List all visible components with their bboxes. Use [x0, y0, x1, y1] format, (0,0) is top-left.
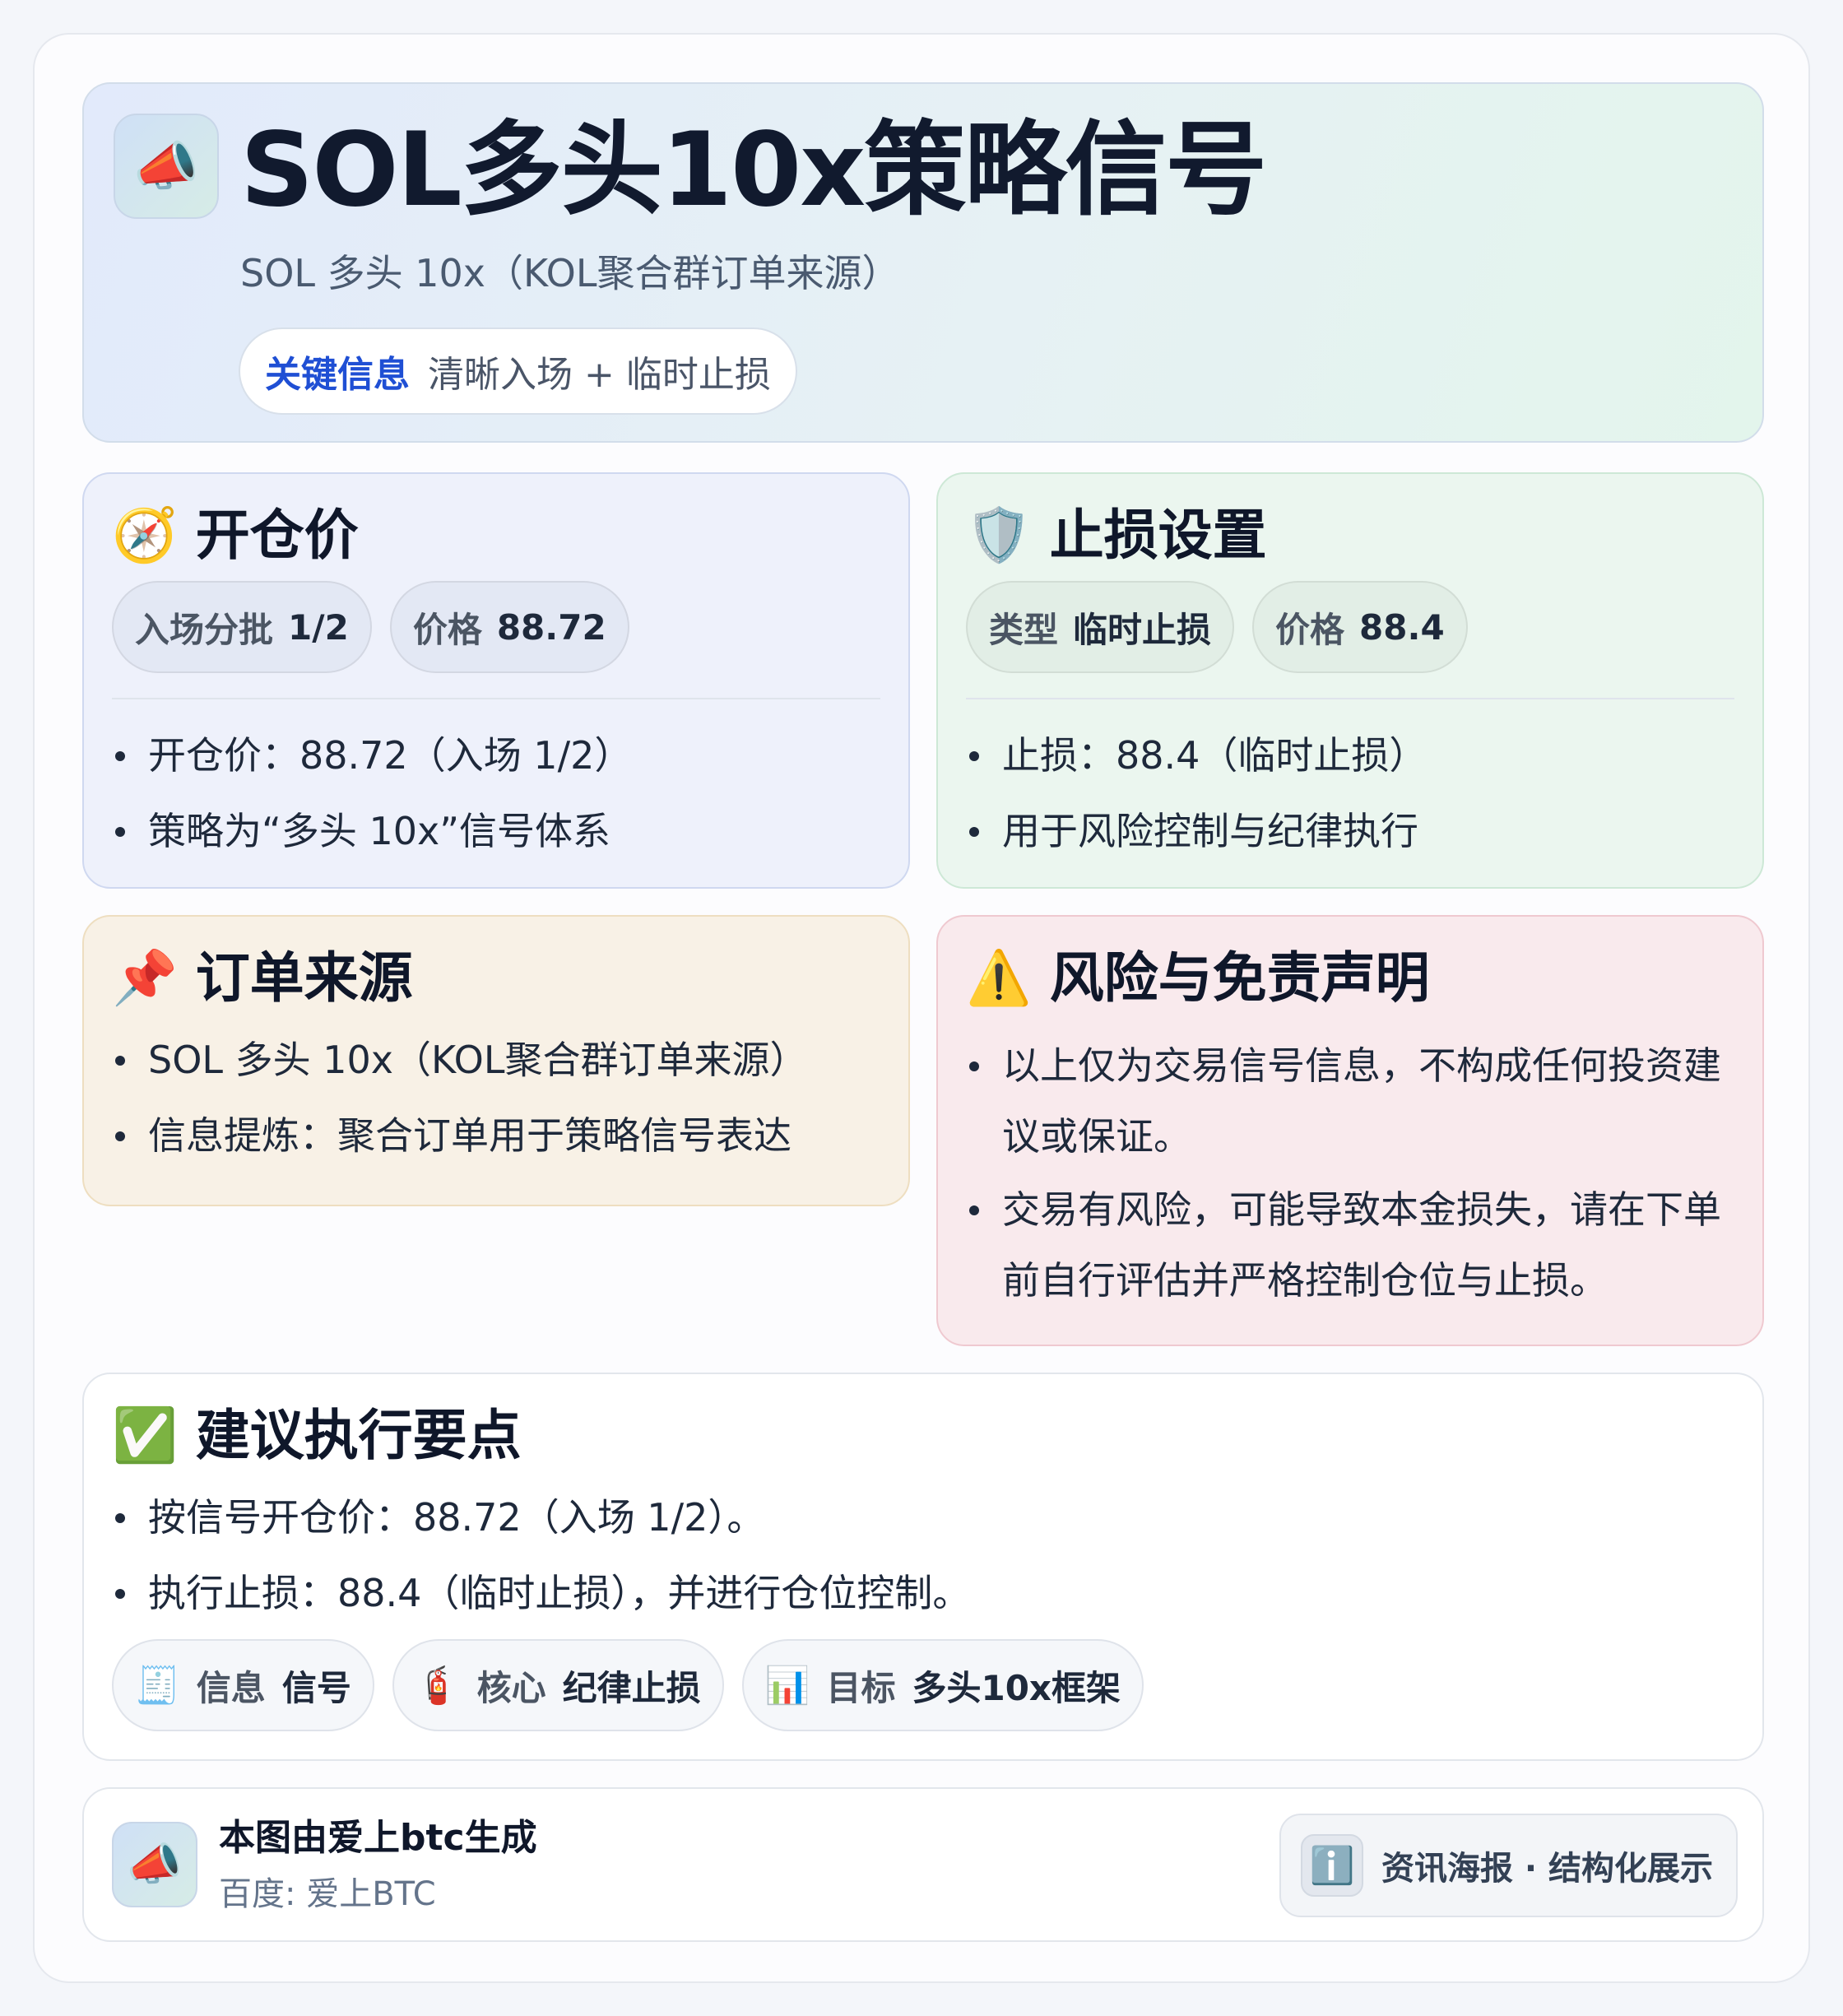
footer-card: 📣 本图由爱上btc生成 百度: 爱上BTC ℹ️ 资讯海报 · 结构化展示	[82, 1787, 1764, 1942]
open-price-list: 开仓价：88.72（入场 1/2） 策略为“多头 10x”信号体系	[112, 718, 880, 869]
footer-title: 本图由爱上btc生成	[219, 1817, 537, 1859]
pill-value: 临时止损	[1073, 609, 1212, 650]
header-card: 📣 SOL多头10x策略信号 SOL 多头 10x（KOL聚合群订单来源） 关键…	[82, 82, 1764, 443]
order-source-title: 📌 订单来源	[112, 941, 413, 1015]
check-mark-icon: ✅	[112, 1405, 178, 1466]
stop-loss-pills: 类型 临时止损 价格 88.4	[966, 581, 1468, 673]
stop-type-pill: 类型 临时止损	[966, 581, 1235, 673]
stop-loss-title: 🛡️ 止损设置	[966, 499, 1267, 573]
list-item: 执行止损：88.4（临时止损），并进行仓位控制。	[112, 1555, 1734, 1631]
footer-subtitle: 百度: 爱上BTC	[219, 1875, 436, 1913]
list-item: 信息提炼：聚合订单用于策略信号表达	[112, 1098, 880, 1173]
order-source-list: SOL 多头 10x（KOL聚合群订单来源） 信息提炼：聚合订单用于策略信号表达	[112, 1022, 880, 1173]
tag-value: 信号	[281, 1667, 351, 1708]
tag-value: 纪律止损	[562, 1667, 701, 1708]
footer-badge: ℹ️ 资讯海报 · 结构化展示	[1279, 1814, 1738, 1917]
order-source-card: 📌 订单来源 SOL 多头 10x（KOL聚合群订单来源） 信息提炼：聚合订单用…	[82, 915, 910, 1206]
list-item: 以上仅为交易信号信息，不构成任何投资建议或保证。	[966, 1030, 1734, 1172]
pill-key: 价格	[1275, 609, 1345, 650]
fire-extinguisher-icon: 🧯	[415, 1665, 461, 1707]
risk-disclaimer-card: ⚠️ 风险与免责声明 以上仅为交易信号信息，不构成任何投资建议或保证。 交易有风…	[936, 915, 1764, 1346]
compass-icon: 🧭	[112, 505, 178, 566]
open-price-pill: 价格 88.72	[389, 581, 629, 673]
tag-key: 目标	[826, 1667, 896, 1708]
pill-key: 入场分批	[135, 609, 274, 650]
footer-badge-label: 资讯海报 · 结构化展示	[1381, 1850, 1713, 1888]
execution-heading: 建议执行要点	[195, 1404, 522, 1467]
risk-list: 以上仅为交易信号信息，不构成任何投资建议或保证。 交易有风险，可能导致本金损失，…	[966, 1030, 1734, 1318]
list-item: SOL 多头 10x（KOL聚合群订单来源）	[112, 1022, 880, 1098]
list-item: 策略为“多头 10x”信号体系	[112, 793, 880, 869]
tag-key: 信息	[196, 1667, 266, 1708]
key-info-label: 关键信息	[265, 354, 410, 396]
execution-tags: 🧾 信息 信号 🧯 核心 纪律止损 📊 目标 多头10x框架	[112, 1639, 1144, 1731]
list-item: 开仓价：88.72（入场 1/2）	[112, 718, 880, 793]
open-price-card: 🧭 开仓价 入场分批 1/2 价格 88.72 开仓价：88.72（入场 1/2…	[82, 472, 910, 889]
open-price-pills: 入场分批 1/2 价格 88.72	[112, 581, 629, 673]
risk-title: ⚠️ 风险与免责声明	[966, 941, 1430, 1015]
pill-value: 88.4	[1359, 606, 1445, 648]
stop-price-pill: 价格 88.4	[1252, 581, 1468, 673]
list-item: 按信号开仓价：88.72（入场 1/2）。	[112, 1479, 1734, 1555]
order-source-heading: 订单来源	[195, 946, 413, 1010]
pill-key: 类型	[989, 609, 1059, 650]
open-price-heading: 开仓价	[195, 504, 359, 567]
execution-card: ✅ 建议执行要点 按信号开仓价：88.72（入场 1/2）。 执行止损：88.4…	[82, 1373, 1764, 1761]
poster: 📣 SOL多头10x策略信号 SOL 多头 10x（KOL聚合群订单来源） 关键…	[33, 33, 1810, 1983]
key-info-pill: 关键信息 清晰入场 + 临时止损	[239, 327, 797, 415]
megaphone-icon: 📣	[112, 1822, 197, 1907]
page-subtitle: SOL 多头 10x（KOL聚合群订单来源）	[240, 251, 900, 295]
divider	[112, 698, 880, 699]
shield-icon: 🛡️	[966, 505, 1032, 566]
list-item: 交易有风险，可能导致本金损失，请在下单前自行评估并严格控制仓位与止损。	[966, 1174, 1734, 1316]
execution-title: ✅ 建议执行要点	[112, 1399, 522, 1473]
stop-loss-list: 止损：88.4（临时止损） 用于风险控制与纪律执行	[966, 718, 1734, 869]
pushpin-icon: 📌	[112, 948, 178, 1009]
receipt-icon: 🧾	[135, 1665, 180, 1707]
divider	[966, 698, 1734, 699]
core-tag: 🧯 核心 纪律止损	[392, 1639, 724, 1731]
stop-loss-heading: 止损设置	[1049, 504, 1267, 567]
page-title: SOL多头10x策略信号	[240, 111, 1267, 230]
info-icon: ℹ️	[1300, 1834, 1363, 1897]
list-item: 止损：88.4（临时止损）	[966, 718, 1734, 793]
pill-value: 1/2	[288, 606, 349, 648]
open-price-title: 🧭 开仓价	[112, 499, 359, 573]
bar-chart-icon: 📊	[764, 1665, 810, 1707]
risk-heading: 风险与免责声明	[1049, 946, 1430, 1010]
execution-list: 按信号开仓价：88.72（入场 1/2）。 执行止损：88.4（临时止损），并进…	[112, 1479, 1734, 1631]
tag-key: 核心	[476, 1667, 546, 1708]
pill-key: 价格	[412, 609, 482, 650]
info-tag: 🧾 信息 信号	[112, 1639, 374, 1731]
goal-tag: 📊 目标 多头10x框架	[741, 1639, 1144, 1731]
tag-value: 多头10x框架	[912, 1667, 1121, 1708]
megaphone-icon: 📣	[114, 114, 219, 219]
pill-value: 88.72	[496, 606, 606, 648]
list-item: 用于风险控制与纪律执行	[966, 793, 1734, 869]
key-info-value: 清晰入场 + 临时止损	[428, 354, 771, 396]
warning-icon: ⚠️	[966, 948, 1032, 1009]
stop-loss-card: 🛡️ 止损设置 类型 临时止损 价格 88.4 止损：88.4（临时止损） 用于…	[936, 472, 1764, 889]
entry-batch-pill: 入场分批 1/2	[112, 581, 372, 673]
